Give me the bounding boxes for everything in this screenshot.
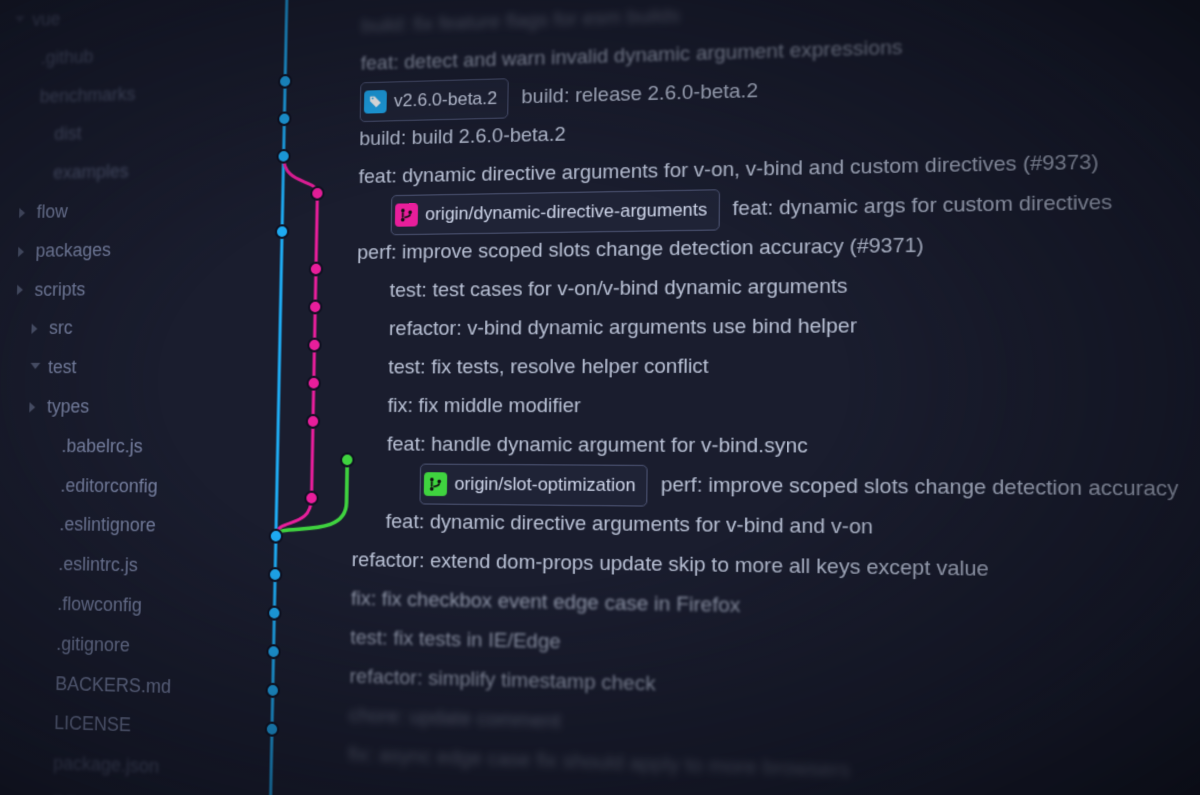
tree-item-editorconfig[interactable]: .editorconfig [0, 466, 231, 507]
spacer-icon [36, 718, 46, 729]
tree-item-backersmd[interactable]: BACKERS.md [0, 663, 226, 709]
tree-item-label: vue [32, 0, 61, 39]
ref-label: origin/dynamic-directive-arguments [425, 193, 708, 232]
tree-item-label: package.json [53, 744, 160, 788]
tree-item-packages[interactable]: packages [4, 229, 236, 271]
tree-item-github[interactable]: .github [10, 33, 240, 79]
spacer-icon [42, 520, 52, 531]
commit-list: build: build 2.6.0-beta.2build: fix feat… [348, 0, 1180, 795]
commit-row[interactable]: test: fix tests, resolve helper conflict [355, 346, 1178, 388]
chevron-right-icon[interactable] [31, 324, 41, 334]
spacer-icon [37, 130, 47, 140]
tag-icon [364, 90, 387, 114]
tree-item-types[interactable]: types [0, 387, 232, 427]
tree-item-label: scripts [34, 270, 86, 309]
commit-row[interactable]: test: test cases for v-on/v-bind dynamic… [356, 264, 1177, 311]
tree-item-label: examples [53, 153, 129, 193]
tree-item-gitignore[interactable]: .gitignore [0, 623, 227, 668]
file-tree-sidebar: vue.githubbenchmarksdistexamplesflowpack… [0, 0, 241, 795]
tree-item-label: packages [35, 231, 111, 271]
tree-item-benchmarks[interactable]: benchmarks [8, 72, 239, 117]
tree-item-label: .babelrc.js [61, 427, 143, 467]
tree-item-flowconfig[interactable]: .flowconfig [0, 584, 228, 628]
chevron-down-icon[interactable] [30, 363, 40, 373]
commit-message: refactor: v-bind dynamic arguments use b… [389, 307, 857, 349]
tree-item-label: test [47, 348, 76, 387]
version-tag-chip[interactable]: v2.6.0-beta.2 [360, 78, 509, 122]
tree-item-eslintrcjs[interactable]: .eslintrc.js [0, 544, 229, 587]
tree-item-label: dist [54, 115, 82, 154]
spacer-icon [36, 169, 46, 179]
git-log-panel: build: build 2.6.0-beta.2build: fix feat… [223, 0, 1200, 795]
tree-item-label: .flowconfig [57, 585, 142, 626]
chevron-right-icon[interactable] [19, 208, 29, 218]
commit-row[interactable]: refactor: v-bind dynamic arguments use b… [356, 305, 1178, 350]
spacer-icon [41, 559, 51, 570]
tree-item-eslintignore[interactable]: .eslintignore [0, 505, 230, 547]
branch-icon [424, 472, 447, 496]
chevron-right-icon[interactable] [17, 285, 27, 295]
tree-item-label: .github [40, 38, 93, 78]
commit-row[interactable]: feat: handle dynamic argument for v-bind… [353, 426, 1178, 469]
spacer-icon [44, 441, 54, 451]
spacer-icon [40, 599, 50, 610]
spacer-icon [43, 481, 53, 491]
tree-item-src[interactable]: src [2, 308, 234, 349]
ref-label: origin/slot-optimization [454, 467, 636, 504]
commit-row[interactable]: fix: fix middle modifier [354, 387, 1178, 428]
commit-message: feat: dynamic args for custom directives [732, 183, 1112, 229]
commit-message: feat: dynamic directive arguments for v-… [385, 503, 873, 548]
chevron-right-icon[interactable] [18, 246, 28, 256]
tree-item-label: LICENSE [54, 704, 132, 746]
tree-item-babelrcjs[interactable]: .babelrc.js [0, 427, 231, 468]
tree-item-label: types [46, 388, 89, 427]
commit-message: test: fix tests in IE/Edge [350, 619, 561, 663]
tree-item-examples[interactable]: examples [6, 150, 237, 194]
commit-message: perf: improve scoped slots change detect… [661, 466, 1179, 511]
spacer-icon [38, 639, 48, 650]
branch-icon [395, 203, 418, 227]
tree-item-license[interactable]: LICENSE [0, 702, 225, 749]
branch-ref-chip[interactable]: origin/slot-optimization [419, 463, 647, 506]
tree-item-test[interactable]: test [1, 348, 233, 388]
chevron-down-icon[interactable] [15, 16, 25, 26]
tree-item-label: src [49, 309, 73, 348]
branch-ref-chip[interactable]: origin/dynamic-directive-arguments [391, 189, 720, 235]
commit-message: build: build 2.6.0-beta.2 [359, 116, 566, 159]
ref-label: v2.6.0-beta.2 [394, 81, 498, 118]
tree-item-label: .eslintrc.js [58, 545, 138, 586]
commit-message: perf: improve scoped slots change detect… [357, 226, 924, 272]
commit-message: test: fix tests, resolve helper conflict [388, 348, 709, 388]
tree-item-label: flow [36, 193, 68, 232]
spacer-icon [35, 758, 45, 769]
commit-message: feat: handle dynamic argument for v-bind… [387, 426, 808, 467]
tree-item-dist[interactable]: dist [7, 111, 238, 155]
tree-item-label: benchmarks [39, 75, 136, 116]
chevron-right-icon[interactable] [29, 402, 39, 412]
tree-item-label: .eslintignore [59, 506, 156, 547]
spacer-icon [37, 678, 47, 689]
commit-message: test: test cases for v-on/v-bind dynamic… [389, 267, 847, 310]
tree-item-flow[interactable]: flow [5, 190, 236, 233]
tree-item-label: BACKERS.md [55, 664, 172, 707]
commit-message: chore: update comment [349, 697, 562, 743]
spacer-icon [23, 54, 33, 64]
spacer-icon [22, 92, 32, 102]
tree-item-label: .gitignore [56, 624, 131, 666]
commit-message: build: release 2.6.0-beta.2 [521, 72, 758, 117]
commit-message: fix: fix middle modifier [387, 387, 581, 426]
tree-item-label: .editorconfig [60, 466, 158, 506]
tree-item-scripts[interactable]: scripts [3, 268, 235, 309]
